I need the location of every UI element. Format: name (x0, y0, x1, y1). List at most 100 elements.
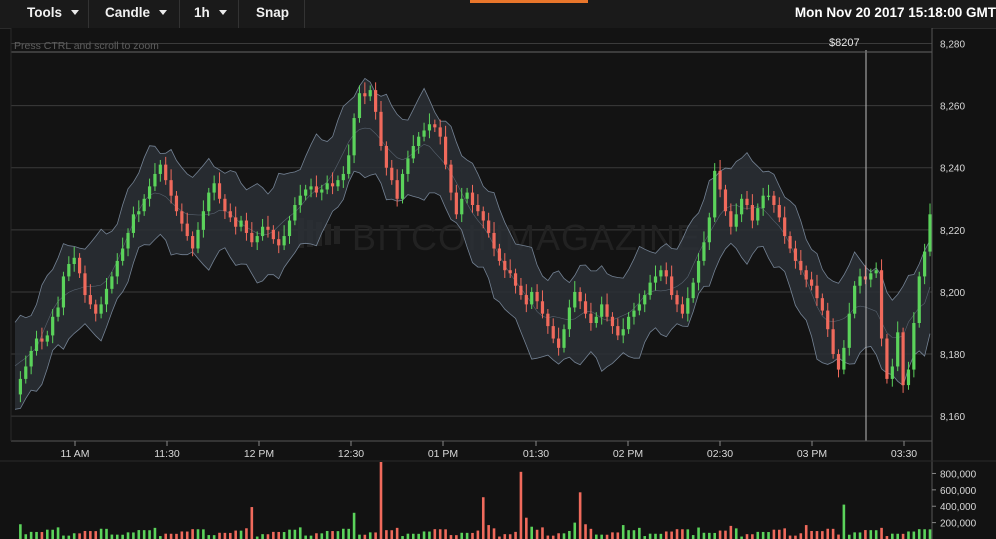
candle-body (616, 326, 620, 336)
candle-body (928, 214, 932, 252)
volume-bar (799, 533, 803, 539)
volume-bar (298, 527, 302, 539)
volume-bar (438, 529, 442, 539)
candle-body (282, 236, 286, 246)
volume-bar (907, 531, 910, 539)
candle-body (653, 276, 658, 283)
candle-body (304, 189, 308, 196)
volume-bar (815, 531, 819, 539)
candle-body (454, 192, 458, 215)
candle-body (890, 366, 894, 379)
volume-bar (551, 535, 555, 539)
volume-bar (390, 530, 394, 539)
candle-body (831, 329, 835, 355)
volume-bar (465, 532, 469, 539)
volume-bar (869, 530, 873, 539)
candle-body (772, 195, 776, 205)
volume-bar (45, 529, 49, 539)
volume-bar (51, 529, 54, 539)
candle-body (352, 118, 356, 156)
candle-body (126, 232, 130, 249)
volume-bar (40, 532, 44, 539)
candle (723, 184, 728, 216)
volume-bar (638, 527, 641, 539)
volume-bar (175, 533, 178, 539)
volume-bar (72, 533, 76, 539)
volume-bar (417, 533, 420, 539)
candle-body (223, 198, 227, 212)
volume-bar (874, 530, 878, 539)
candle-body (384, 146, 388, 168)
volume-bar (562, 533, 566, 539)
volume-bar (535, 529, 539, 539)
volume-bar (767, 532, 770, 539)
volume-bar (487, 525, 490, 539)
candle-body (723, 189, 728, 212)
volume-bar (783, 528, 786, 539)
volume-bar (368, 532, 372, 539)
candle-body (56, 307, 60, 317)
candle-body (524, 295, 528, 305)
x-tick-label: 03:30 (891, 448, 917, 460)
volume-bar (751, 534, 754, 539)
volume-bar (315, 533, 318, 539)
volume-bar (379, 462, 383, 539)
candle-body (330, 183, 335, 187)
volume-bar (659, 533, 663, 539)
x-tick-label: 12 PM (244, 448, 274, 460)
candle-body (185, 223, 189, 237)
volume-bar (702, 532, 706, 539)
volume-tick-label: 800,000 (940, 469, 977, 480)
candle-body (94, 304, 98, 314)
candle-body (761, 195, 765, 209)
candle-body (476, 205, 480, 212)
candle-body (320, 189, 324, 193)
volume-bar (374, 532, 377, 539)
candle-body (368, 90, 372, 97)
candle-body (207, 192, 211, 212)
candle-body (250, 232, 254, 243)
volume-bar (729, 525, 733, 539)
candle-body (885, 338, 889, 379)
candle-body (99, 304, 103, 314)
volume-bar (29, 531, 33, 539)
volume-bar (858, 532, 862, 539)
candle-body (815, 285, 819, 299)
volume-bar (864, 530, 867, 539)
volume-bar (115, 534, 119, 539)
volume-bar (600, 534, 603, 539)
candle-body (680, 304, 685, 314)
volume-bar (352, 512, 356, 539)
candle-body (600, 304, 604, 317)
volume-bar (105, 528, 108, 539)
candle-body (702, 242, 706, 261)
candle-body (357, 93, 362, 119)
watermark-logo-bar (334, 226, 340, 244)
candle-body (788, 236, 792, 249)
volume-bar (363, 534, 367, 539)
candle-body (443, 136, 448, 165)
candle-body (513, 273, 518, 286)
volume-bar (761, 531, 765, 539)
volume-bar (121, 534, 124, 539)
watermark-logo-bar (325, 224, 331, 245)
volume-bar (153, 527, 157, 539)
candle-body (557, 338, 561, 348)
candle-body (707, 217, 711, 243)
volume-bar (788, 535, 792, 539)
candle-body (411, 146, 415, 159)
candle-body (169, 180, 173, 196)
volume-bar (686, 529, 690, 539)
volume-bar (627, 530, 630, 539)
candle-body (879, 270, 884, 339)
candle-body (594, 316, 598, 323)
candle-body (298, 195, 302, 205)
candle-body (923, 251, 927, 277)
candle-body (115, 260, 119, 277)
volume-bar (142, 530, 146, 539)
volume-bar (912, 531, 916, 539)
price-chart[interactable]: 8,2808,2608,2408,2208,2008,1808,160BITCO… (0, 0, 996, 539)
candle-body (277, 239, 281, 246)
candle-body (783, 217, 787, 237)
volume-bar (336, 531, 340, 539)
